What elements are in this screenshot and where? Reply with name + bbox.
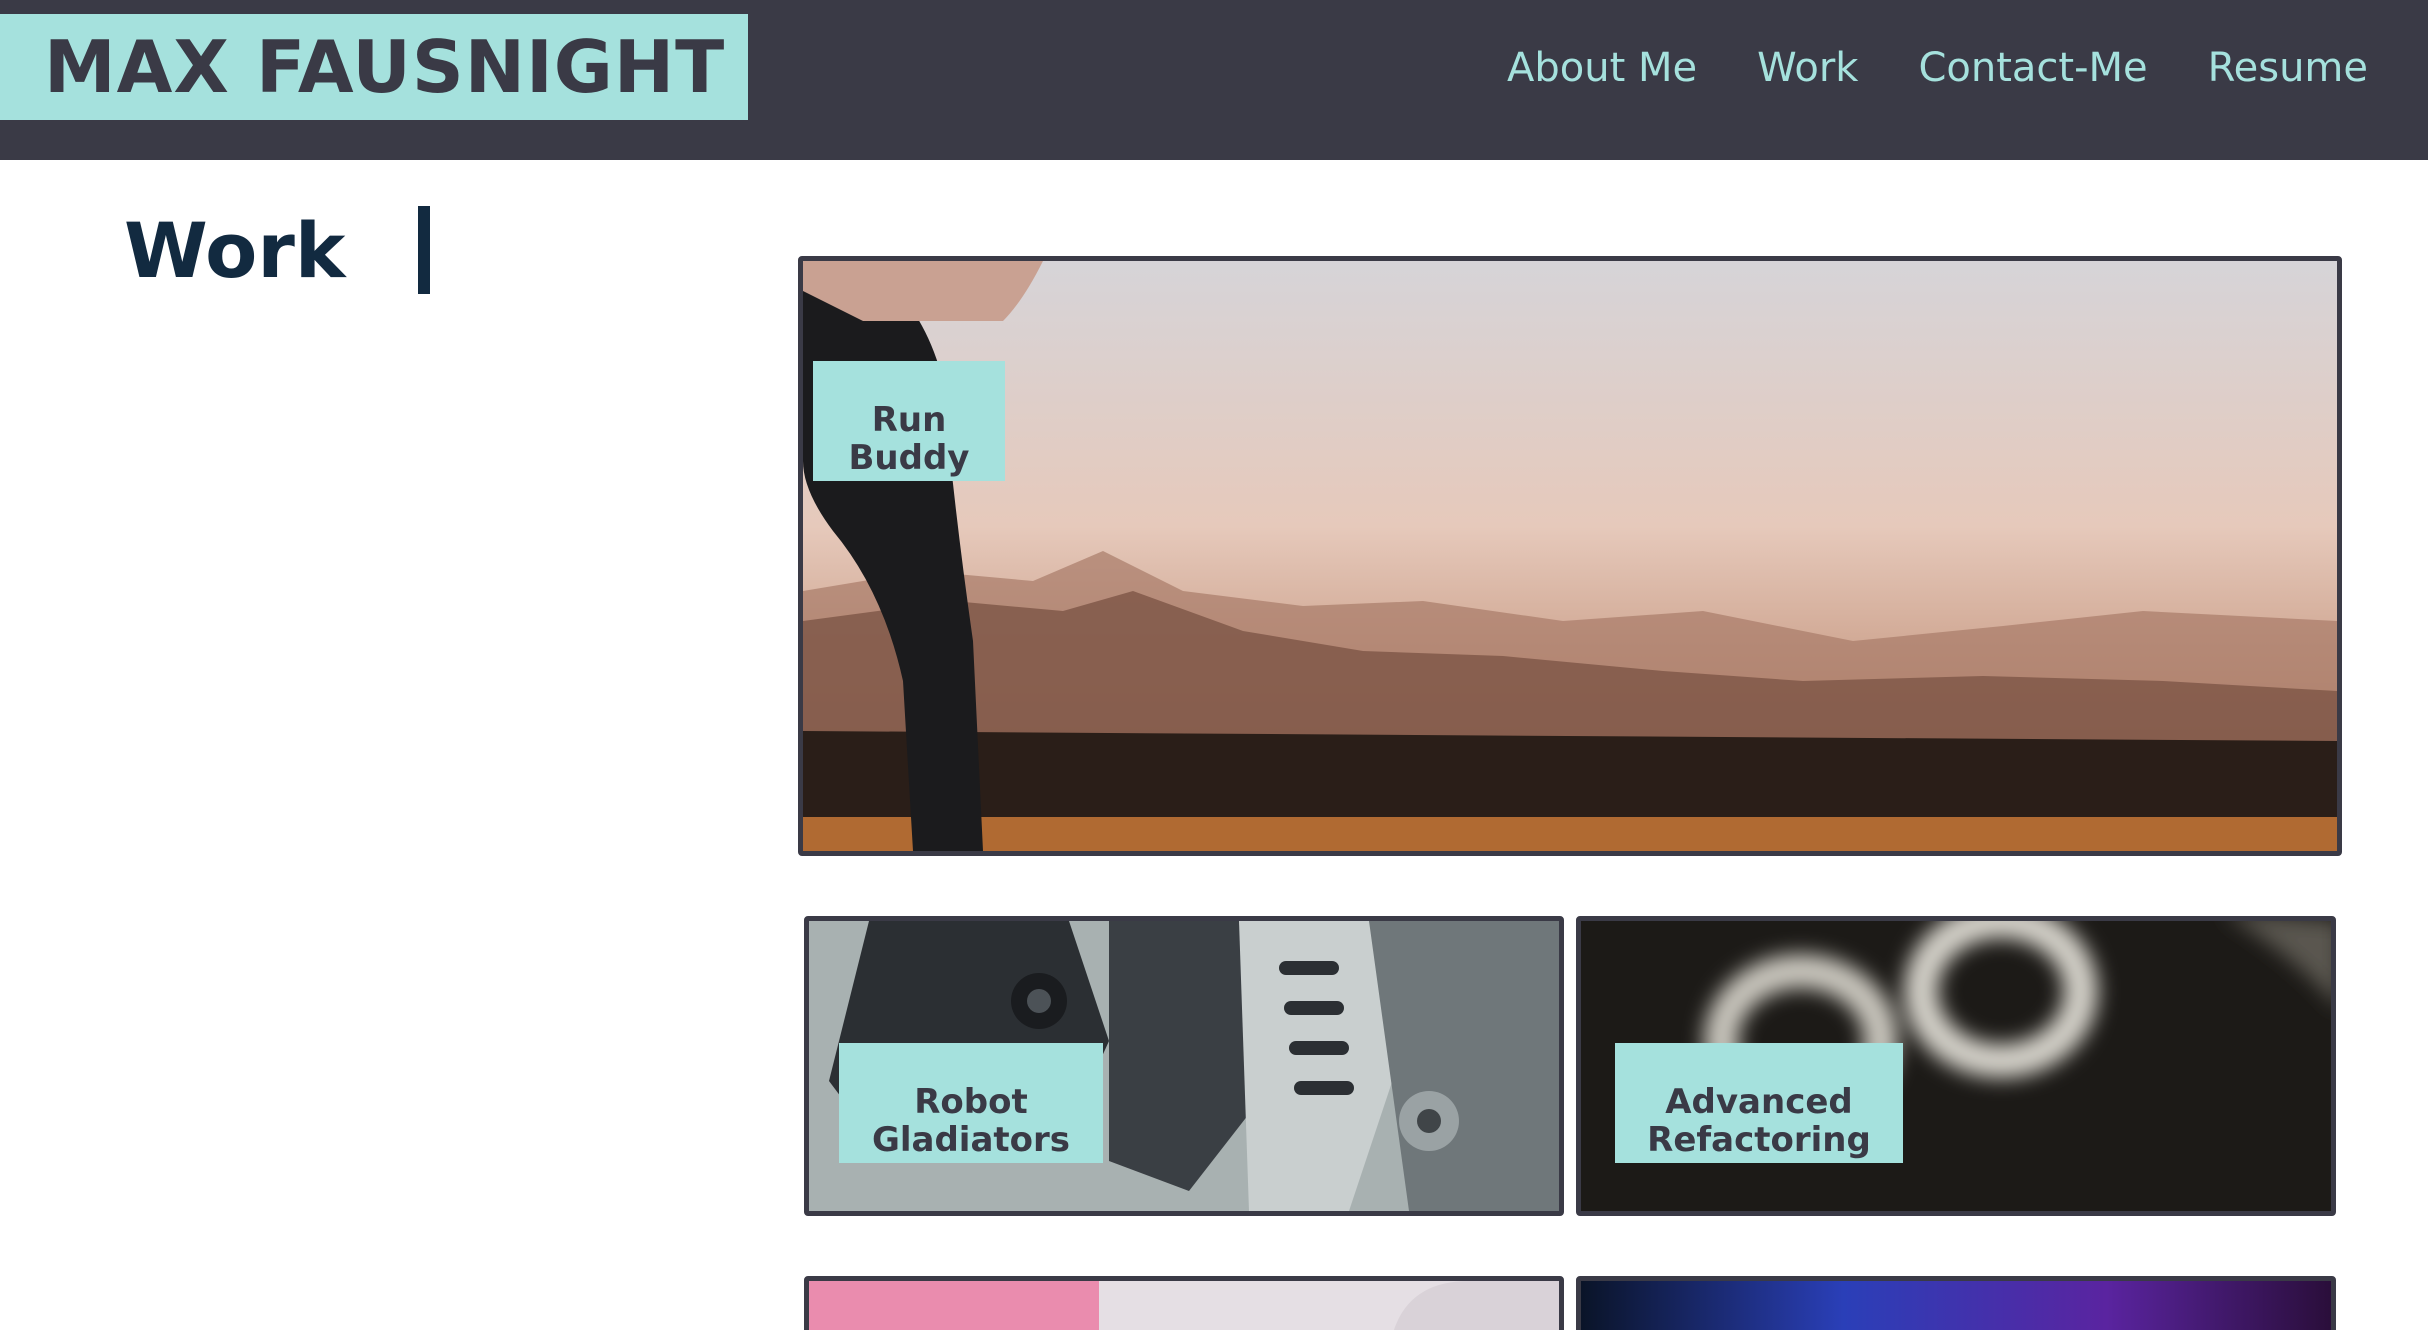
site-header: MAX FAUSNIGHT About Me Work Contact-Me R…: [0, 0, 2428, 160]
project-label: Advanced Refactoring: [1615, 1043, 1903, 1163]
main-nav: About Me Work Contact-Me Resume: [1507, 0, 2368, 136]
nav-link-about-me[interactable]: About Me: [1507, 45, 1697, 91]
blue-purple-abstract-photo: [1581, 1281, 2331, 1330]
nav-link-contact-me[interactable]: Contact-Me: [1918, 45, 2147, 91]
section-title: Work: [124, 206, 346, 295]
title-divider: [418, 206, 430, 294]
project-card-run-buddy[interactable]: Run Buddy: [798, 256, 2342, 856]
brand-logo[interactable]: MAX FAUSNIGHT: [0, 14, 748, 120]
project-card-4[interactable]: [804, 1276, 1564, 1330]
project-label: Run Buddy: [813, 361, 1005, 481]
project-label: Robot Gladiators: [839, 1043, 1103, 1163]
project-card-5[interactable]: [1576, 1276, 2336, 1330]
sunset-mountains-runner-photo: [803, 261, 2337, 851]
project-card-advanced-refactoring[interactable]: Advanced Refactoring: [1576, 916, 2336, 1216]
project-card-robot-gladiators[interactable]: Robot Gladiators: [804, 916, 1564, 1216]
pink-abstract-photo: [809, 1281, 1559, 1330]
nav-link-resume[interactable]: Resume: [2208, 45, 2368, 91]
nav-link-work[interactable]: Work: [1757, 45, 1858, 91]
